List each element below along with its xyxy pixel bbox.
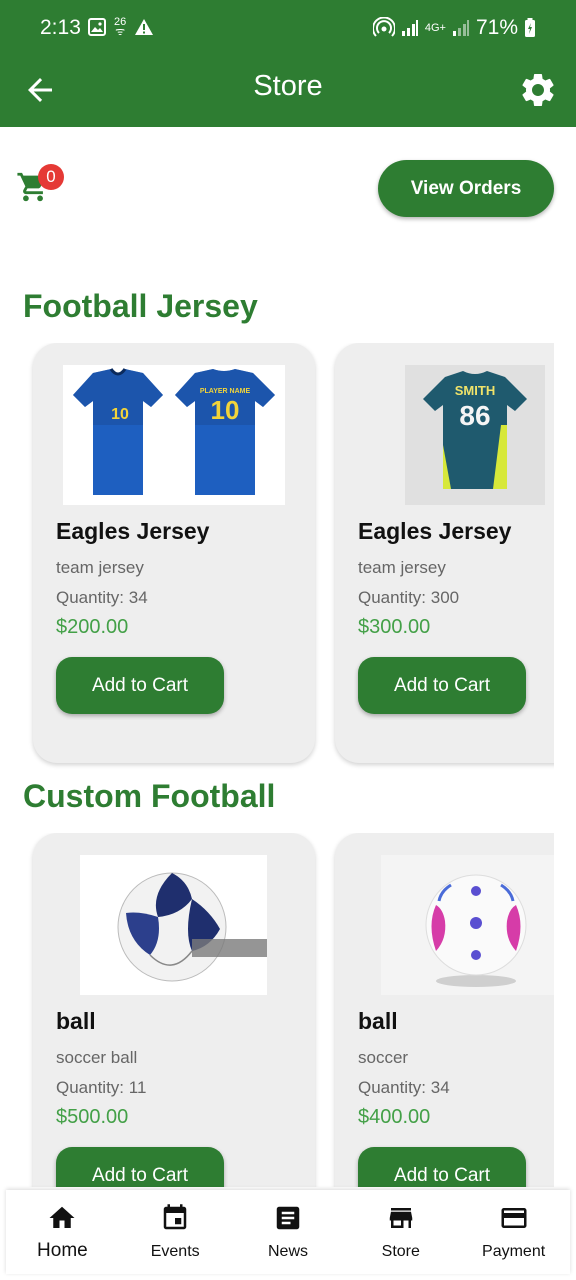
nav-label: News	[267, 1243, 308, 1260]
product-image-ball-navy	[80, 855, 267, 995]
product-quantity: Quantity: 34	[56, 588, 148, 607]
product-image-ball-white	[381, 855, 554, 995]
nav-item-home[interactable]: Home	[6, 1190, 119, 1274]
product-card: SMITH 86 Eagles Jersey team jersey Quant…	[335, 343, 554, 763]
add-to-cart-button[interactable]: Add to Cart	[358, 657, 526, 714]
nav-label: Payment	[482, 1243, 546, 1260]
battery-percent: 71%	[475, 16, 518, 39]
product-price: $200.00	[56, 616, 129, 638]
bottom-navigation: Home Events News Store Payment	[6, 1190, 570, 1274]
nav-item-news[interactable]: News	[232, 1190, 345, 1274]
product-name: ball	[56, 1008, 96, 1034]
add-to-cart-button[interactable]: Add to Cart	[56, 1147, 224, 1187]
battery-icon	[525, 18, 535, 37]
status-time: 2:13	[40, 16, 81, 39]
news-icon	[276, 1206, 300, 1230]
jersey-back-number: 10	[211, 395, 240, 425]
product-quantity: Quantity: 34	[358, 1078, 450, 1097]
nav-label: Home	[37, 1240, 88, 1261]
product-quantity: Quantity: 300	[358, 588, 460, 607]
hotspot-icon	[372, 17, 395, 37]
jersey-player-name: PLAYER NAME	[200, 388, 251, 395]
app-bar: Store	[0, 56, 576, 127]
status-small-indicator: 26 ᯤ	[114, 16, 127, 38]
product-card: ball soccer Quantity: 34 $400.00 Add to …	[335, 833, 554, 1187]
product-name: ball	[358, 1008, 398, 1034]
add-to-cart-button[interactable]: Add to Cart	[56, 657, 224, 714]
product-quantity: Quantity: 11	[56, 1078, 147, 1097]
store-icon	[389, 1208, 413, 1228]
product-row-jerseys[interactable]: 10 PLAYER NAME 10 Eagles Jersey team jer…	[0, 343, 554, 771]
section-title-football-jersey: Football Jersey	[23, 288, 258, 324]
product-description: team jersey	[358, 558, 446, 577]
product-price: $400.00	[358, 1106, 431, 1128]
nav-label: Events	[150, 1243, 200, 1260]
jersey-back-number: 86	[459, 400, 490, 431]
nav-item-payment[interactable]: Payment	[457, 1190, 570, 1274]
calendar-icon	[163, 1204, 187, 1230]
product-description: soccer	[358, 1048, 409, 1067]
page-title: Store	[253, 70, 323, 102]
nav-item-events[interactable]: Events	[119, 1190, 232, 1274]
signal-weak-icon	[452, 20, 469, 36]
cart-count-badge: 0	[38, 164, 64, 190]
product-description: soccer ball	[56, 1048, 138, 1067]
nav-item-store[interactable]: Store	[344, 1190, 457, 1274]
product-price: $500.00	[56, 1106, 129, 1128]
product-image-jersey-blue: 10 PLAYER NAME 10	[63, 365, 285, 505]
status-bar: 2:13 26 ᯤ 4G+ 71%	[0, 0, 576, 56]
product-name: Eagles Jersey	[56, 518, 210, 544]
view-orders-button[interactable]: View Orders	[378, 160, 554, 217]
gallery-icon	[88, 18, 106, 36]
jersey-front-number: 10	[111, 406, 129, 423]
credit-card-icon	[501, 1208, 527, 1228]
product-description: team jersey	[56, 558, 144, 577]
product-row-footballs[interactable]: ball soccer ball Quantity: 11 $500.00 Ad…	[0, 833, 554, 1187]
store-screen: 2:13 26 ᯤ 4G+ 71% Store 0 View Orders Foo…	[0, 0, 576, 1280]
product-card: 10 PLAYER NAME 10 Eagles Jersey team jer…	[33, 343, 315, 763]
home-icon	[49, 1206, 75, 1228]
section-title-custom-football: Custom Football	[23, 778, 276, 814]
gear-icon[interactable]	[518, 70, 558, 110]
add-to-cart-button[interactable]: Add to Cart	[358, 1147, 526, 1187]
signal-icon	[401, 20, 418, 36]
nav-label: Store	[381, 1243, 420, 1260]
network-type: 4G+	[424, 22, 446, 34]
product-image-jersey-teal: SMITH 86	[405, 365, 545, 505]
product-card: ball soccer ball Quantity: 11 $500.00 Ad…	[33, 833, 315, 1187]
jersey-player-name: SMITH	[455, 383, 495, 398]
product-price: $300.00	[358, 616, 431, 638]
product-name: Eagles Jersey	[358, 518, 512, 544]
warning-icon	[135, 19, 154, 35]
